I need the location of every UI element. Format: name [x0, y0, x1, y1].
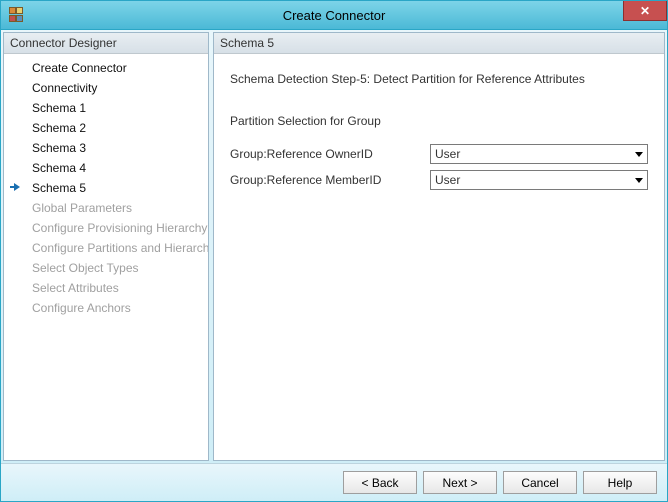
label-owner-id: Group:Reference OwnerID	[230, 147, 430, 161]
nav-list: Create Connector Connectivity Schema 1 S…	[4, 54, 208, 322]
titlebar[interactable]: Create Connector ✕	[1, 1, 667, 30]
cancel-button[interactable]: Cancel	[503, 471, 577, 494]
window-title: Create Connector	[1, 8, 667, 23]
dialog-body: Connector Designer Create Connector Conn…	[1, 30, 667, 463]
section-title: Partition Selection for Group	[230, 114, 648, 128]
nav-connectivity[interactable]: Connectivity	[4, 78, 208, 98]
dropdown-member-id[interactable]: User	[430, 170, 648, 190]
nav-schema-5[interactable]: Schema 5	[4, 178, 208, 198]
dialog-footer: < Back Next > Cancel Help	[1, 463, 667, 501]
nav-schema-1[interactable]: Schema 1	[4, 98, 208, 118]
nav-global-parameters: Global Parameters	[4, 198, 208, 218]
back-button[interactable]: < Back	[343, 471, 417, 494]
step-title: Schema Detection Step-5: Detect Partitio…	[230, 72, 648, 86]
label-member-id: Group:Reference MemberID	[230, 173, 430, 187]
row-owner-id: Group:Reference OwnerID User	[230, 144, 648, 164]
nav-configure-partitions-hierarchies: Configure Partitions and Hierarchies	[4, 238, 208, 258]
close-button[interactable]: ✕	[623, 1, 667, 21]
nav-create-connector[interactable]: Create Connector	[4, 58, 208, 78]
dialog-window: Create Connector ✕ Connector Designer Cr…	[0, 0, 668, 502]
nav-schema-2[interactable]: Schema 2	[4, 118, 208, 138]
nav-schema-3[interactable]: Schema 3	[4, 138, 208, 158]
help-button[interactable]: Help	[583, 471, 657, 494]
nav-configure-anchors: Configure Anchors	[4, 298, 208, 318]
nav-select-attributes: Select Attributes	[4, 278, 208, 298]
schema-panel: Schema 5 Schema Detection Step-5: Detect…	[213, 32, 665, 461]
dropdown-member-id-value: User	[435, 173, 460, 187]
connector-designer-panel: Connector Designer Create Connector Conn…	[3, 32, 209, 461]
dropdown-owner-id[interactable]: User	[430, 144, 648, 164]
nav-schema-4[interactable]: Schema 4	[4, 158, 208, 178]
schema-content: Schema Detection Step-5: Detect Partitio…	[214, 54, 664, 214]
dropdown-owner-id-value: User	[435, 147, 460, 161]
nav-select-object-types: Select Object Types	[4, 258, 208, 278]
next-button[interactable]: Next >	[423, 471, 497, 494]
row-member-id: Group:Reference MemberID User	[230, 170, 648, 190]
left-panel-header: Connector Designer	[4, 33, 208, 54]
right-panel-header: Schema 5	[214, 33, 664, 54]
close-icon: ✕	[640, 4, 650, 18]
nav-configure-provisioning-hierarchy: Configure Provisioning Hierarchy	[4, 218, 208, 238]
